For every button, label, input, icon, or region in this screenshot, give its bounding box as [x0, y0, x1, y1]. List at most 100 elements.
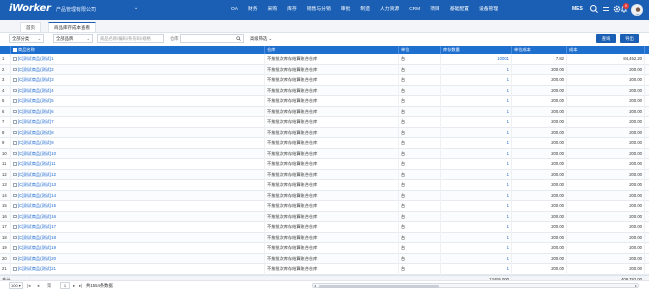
table-row[interactable]: 7 [C]测试商品(测试)7 不按批次库存结算账合仓库台 1 200.00 200.00 — [0, 117, 649, 128]
table-row[interactable]: 10 [C]测试商品(测试)10 不按批次库存结算账合仓库台 1 200.00 200.0… — [0, 148, 649, 159]
header-unit[interactable]: 单位 — [399, 46, 441, 54]
row-checkbox[interactable] — [13, 162, 17, 166]
product-name-link[interactable]: [C]测试商品(测试)1 — [11, 54, 265, 65]
product-name-link[interactable]: [C]测试商品(测试)9 — [11, 138, 265, 149]
row-checkbox[interactable] — [13, 204, 17, 208]
product-name-link[interactable]: [C]测试商品(测试)8 — [11, 127, 265, 138]
qty-link[interactable]: 1 — [441, 106, 512, 117]
qty-link[interactable]: 1 — [441, 243, 512, 254]
table-row[interactable]: 11 [C]测试商品(测试)11 不按批次库存结算账合仓库台 1 200.00 200.0… — [0, 159, 649, 170]
table-row[interactable]: 15 [C]测试商品(测试)15 不按批次库存结算账合仓库台 1 200.00 200.0… — [0, 201, 649, 212]
product-name-link[interactable]: [C]测试商品(测试)16 — [11, 211, 265, 222]
page-number-input[interactable]: 1 — [60, 282, 70, 289]
prev-page-icon[interactable]: ◂ — [37, 283, 39, 289]
last-page-icon[interactable]: ▸| — [79, 283, 82, 289]
select-all-checkbox[interactable] — [13, 48, 17, 52]
qty-link[interactable]: 1 — [441, 117, 512, 128]
table-row[interactable]: 1 [C]测试商品(测试)1 不按批次库存结算账合仓库台 10001 7.82 84,45… — [0, 54, 649, 65]
product-name-link[interactable]: [C]测试商品(测试)6 — [11, 106, 265, 117]
scrollbar-thumb[interactable] — [319, 284, 439, 288]
row-checkbox[interactable] — [13, 57, 17, 61]
qty-link[interactable]: 1 — [441, 180, 512, 191]
nav-item[interactable]: 财务 — [243, 0, 263, 20]
nav-item[interactable]: 设备管理 — [474, 0, 503, 20]
table-row[interactable]: 6 [C]测试商品(测试)6 不按批次库存结算账合仓库台 1 200.00 200.00 — [0, 106, 649, 117]
product-name-link[interactable]: [C]测试商品(测试)17 — [11, 222, 265, 233]
qty-link[interactable]: 1 — [441, 253, 512, 264]
qty-link[interactable]: 1 — [441, 159, 512, 170]
row-checkbox[interactable] — [13, 130, 17, 135]
qty-link[interactable]: 1 — [441, 148, 512, 159]
nav-item[interactable]: OA — [226, 0, 243, 20]
table-row[interactable]: 13 [C]测试商品(测试)13 不按批次库存结算账合仓库台 1 200.00 200.0… — [0, 180, 649, 191]
product-name-link[interactable]: [C]测试商品(测试)18 — [11, 232, 265, 243]
product-name-link[interactable]: [C]测试商品(测试)15 — [11, 201, 265, 212]
row-checkbox[interactable] — [13, 225, 17, 229]
row-checkbox[interactable] — [13, 235, 17, 240]
page-size-select[interactable]: 100 ▾ — [9, 282, 23, 289]
row-checkbox[interactable] — [13, 267, 17, 271]
table-row[interactable]: 5 [C]测试商品(测试)5 不按批次库存结算账合仓库台 1 200.00 200.00 — [0, 96, 649, 107]
avatar[interactable] — [631, 4, 643, 16]
row-checkbox[interactable] — [13, 67, 17, 72]
product-name-link[interactable]: [C]测试商品(测试)10 — [11, 148, 265, 159]
row-checkbox[interactable] — [13, 214, 17, 219]
qty-link[interactable]: 1 — [441, 211, 512, 222]
product-name-link[interactable]: [C]测试商品(测试)14 — [11, 190, 265, 201]
row-checkbox[interactable] — [13, 193, 17, 198]
row-checkbox[interactable] — [13, 99, 17, 103]
product-name-link[interactable]: [C]测试商品(测试)13 — [11, 180, 265, 191]
nav-item[interactable]: 销售与分销 — [302, 0, 336, 20]
chevron-down-icon[interactable]: ⌄ — [134, 5, 138, 11]
qty-link[interactable]: 1 — [441, 190, 512, 201]
row-checkbox[interactable] — [13, 120, 17, 124]
qty-link[interactable]: 1 — [441, 264, 512, 275]
first-page-icon[interactable]: |◂ — [27, 283, 30, 289]
qty-link[interactable]: 1 — [441, 64, 512, 75]
row-checkbox[interactable] — [13, 172, 17, 177]
qty-link[interactable]: 1 — [441, 169, 512, 180]
table-row[interactable]: 12 [C]测试商品(测试)12 不按批次库存结算账合仓库台 1 200.00 200.0… — [0, 169, 649, 180]
scroll-right-icon[interactable]: ▸ — [635, 283, 637, 288]
qty-link[interactable]: 1 — [441, 232, 512, 243]
nav-item[interactable]: 项目 — [425, 0, 445, 20]
nav-item[interactable]: 基础配置 — [445, 0, 474, 20]
table-row[interactable]: 4 [C]测试商品(测试)4 不按批次库存结算账合仓库台 1 200.00 200.00 — [0, 85, 649, 96]
product-name-link[interactable]: [C]测试商品(测试)20 — [11, 253, 265, 264]
row-checkbox[interactable] — [13, 141, 17, 145]
qty-link[interactable]: 1 — [441, 127, 512, 138]
product-name-link[interactable]: [C]测试商品(测试)3 — [11, 75, 265, 86]
advanced-filter-toggle[interactable]: 高级筛选 ⌄ — [250, 35, 272, 42]
table-row[interactable]: 8 [C]测试商品(测试)8 不按批次库存结算账合仓库台 1 200.00 200.00 — [0, 127, 649, 138]
table-row[interactable]: 18 [C]测试商品(测试)18 不按批次库存结算账合仓库台 1 200.00 200.0… — [0, 232, 649, 243]
table-row[interactable]: 20 [C]测试商品(测试)20 不按批次库存结算账合仓库台 1 200.00 200.0… — [0, 253, 649, 264]
table-row[interactable]: 17 [C]测试商品(测试)17 不按批次库存结算账合仓库台 1 200.00 200.0… — [0, 222, 649, 233]
nav-item[interactable]: 人力资源 — [375, 0, 404, 20]
table-row[interactable]: 19 [C]测试商品(测试)19 不按批次库存结算账合仓库台 1 200.00 200.0… — [0, 243, 649, 254]
row-checkbox[interactable] — [13, 246, 17, 250]
nav-item[interactable]: 制造 — [355, 0, 375, 20]
row-checkbox[interactable] — [13, 88, 17, 93]
search-icon[interactable] — [236, 36, 241, 41]
product-name-link[interactable]: [C]测试商品(测试)4 — [11, 85, 265, 96]
table-row[interactable]: 9 [C]测试商品(测试)9 不按批次库存结算账合仓库台 1 200.00 200.00 — [0, 138, 649, 149]
header-qty[interactable]: 库存数量 — [441, 46, 512, 54]
nav-item[interactable]: 库存 — [282, 0, 302, 20]
product-name-link[interactable]: [C]测试商品(测试)19 — [11, 243, 265, 254]
app-logo[interactable]: iWorker — [9, 3, 51, 14]
brand-select[interactable]: 全部品牌 ⌄ — [53, 34, 93, 43]
row-checkbox[interactable] — [13, 78, 17, 82]
header-cost[interactable]: 成本 — [567, 46, 645, 54]
tab-home[interactable]: 首页 — [20, 22, 41, 32]
next-page-icon[interactable]: ▸ — [73, 283, 75, 289]
qty-link[interactable]: 1 — [441, 75, 512, 86]
row-checkbox[interactable] — [13, 151, 17, 156]
nav-item[interactable]: CRM — [404, 0, 425, 20]
header-name[interactable]: 商品名称 — [11, 46, 265, 54]
tab-inventory-cost[interactable]: 商品库存成本查看 — [48, 22, 96, 32]
header-unit-cost[interactable]: 单位成本 — [512, 46, 567, 54]
table-row[interactable]: 14 [C]测试商品(测试)14 不按批次库存结算账合仓库台 1 200.00 200.0… — [0, 190, 649, 201]
table-row[interactable]: 16 [C]测试商品(测试)16 不按批次库存结算账合仓库台 1 200.00 200.0… — [0, 211, 649, 222]
scroll-left-icon[interactable]: ◂ — [314, 283, 316, 288]
qty-link[interactable]: 1 — [441, 138, 512, 149]
